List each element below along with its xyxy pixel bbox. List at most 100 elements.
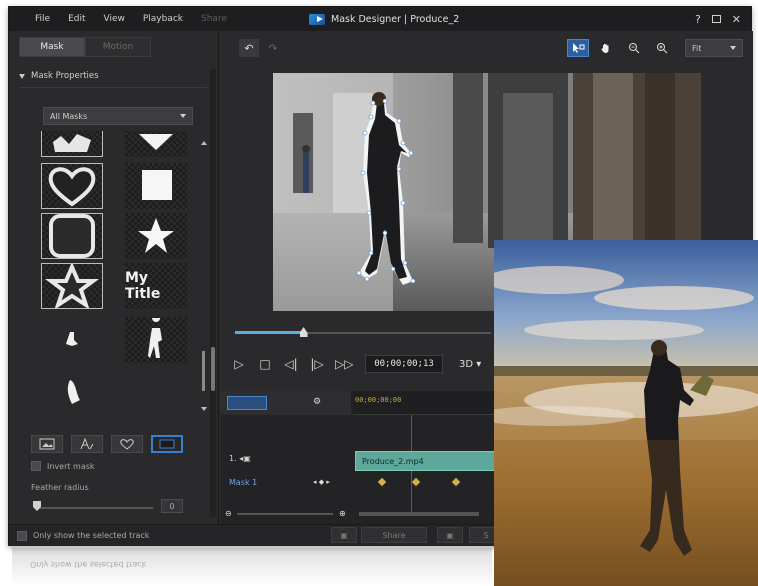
zoom-value: Fit	[692, 43, 702, 53]
playback-progress	[235, 331, 302, 334]
panel-scroll-thumb[interactable]	[211, 347, 215, 391]
keyframe-nav-icons[interactable]: ◂ ◆ ▸	[313, 478, 330, 486]
zoom-out-timeline-icon[interactable]: ⊖	[225, 509, 232, 518]
zoom-in-icon	[657, 43, 668, 54]
menu-view[interactable]: View	[104, 14, 125, 24]
mask-filter-value: All Masks	[50, 111, 88, 121]
timeline-header: ⚙	[221, 391, 351, 415]
tab-motion[interactable]: Motion	[85, 37, 151, 57]
mask-tile-blob[interactable]	[41, 131, 103, 157]
rounded-square-mask-icon	[49, 214, 95, 258]
show-selected-track-checkbox[interactable]	[17, 530, 27, 541]
mask-tile-rounded-square[interactable]	[41, 213, 103, 259]
image-mask-button[interactable]	[31, 435, 63, 453]
keyframe-marker[interactable]	[377, 477, 387, 487]
invert-mask-row[interactable]: Invert mask	[31, 461, 95, 471]
close-button[interactable]: ✕	[732, 13, 741, 26]
tab-mask[interactable]: Mask	[19, 37, 85, 57]
settings-icon[interactable]: ⚙	[313, 397, 321, 407]
mask-track-label[interactable]: Mask 1	[229, 478, 257, 487]
text-mask-button[interactable]	[71, 435, 103, 453]
playback-knob[interactable]	[299, 327, 308, 337]
window-title: Mask Designer | Produce_2	[331, 13, 460, 25]
menu-file[interactable]: File	[35, 14, 50, 24]
gallery-scrollbar[interactable]	[201, 141, 207, 411]
app-logo-icon	[309, 13, 325, 25]
image-icon	[39, 438, 55, 450]
view-mode-value: 3D	[459, 358, 474, 370]
share-button[interactable]: Share	[361, 527, 427, 543]
figure-mask-icon	[66, 332, 78, 346]
square-mask-icon	[142, 170, 172, 200]
mask-tile-figure-small[interactable]	[41, 317, 103, 363]
triangle-mask-icon	[139, 134, 173, 150]
window-controls: ? ✕	[695, 7, 741, 31]
mask-tile-star-soft[interactable]	[41, 263, 103, 309]
scroll-up-icon[interactable]	[201, 141, 207, 145]
mask-tile-person[interactable]	[125, 317, 187, 363]
mask-filter-dropdown[interactable]: All Masks	[43, 107, 193, 125]
keyframe-marker[interactable]	[411, 477, 421, 487]
panel-scrollbar[interactable]	[210, 69, 216, 517]
feather-radius-knob[interactable]	[33, 501, 41, 511]
fast-forward-button[interactable]: ▷▷	[335, 357, 353, 371]
undo-button[interactable]: ↶	[239, 39, 259, 57]
section-title: Mask Properties	[31, 71, 99, 81]
keyframe-marker[interactable]	[451, 477, 461, 487]
bottom-icon-button[interactable]: ▣	[331, 527, 357, 543]
mask-tile-star[interactable]	[125, 213, 187, 259]
menu-share[interactable]: Share	[201, 14, 227, 24]
next-frame-button[interactable]: |▷	[309, 357, 325, 371]
feather-radius-slider[interactable]	[35, 507, 153, 509]
mask-tile-title[interactable]: My Title	[125, 263, 187, 309]
scroll-down-icon[interactable]	[201, 407, 207, 411]
maximize-icon[interactable]	[711, 15, 721, 23]
bottom-icon-button-2[interactable]: ▣	[437, 527, 463, 543]
window-title-area: Mask Designer | Produce_2	[309, 7, 459, 31]
reflection-text: Only show the selected track	[30, 560, 147, 569]
mask-tile-square[interactable]	[125, 163, 187, 209]
gallery-scroll-thumb[interactable]	[202, 351, 205, 391]
left-panel: Mask Motion Mask Properties All Masks My…	[9, 31, 219, 524]
select-tool-button[interactable]	[567, 39, 589, 57]
hand-tool-button[interactable]	[595, 39, 617, 57]
zoom-in-button[interactable]	[651, 39, 673, 57]
keyframe-add-button[interactable]	[227, 396, 267, 410]
mask-tile-heart[interactable]	[41, 163, 103, 209]
timeline-scrollbar[interactable]	[359, 512, 479, 516]
collapse-triangle-icon	[19, 73, 25, 79]
feather-radius-label: Feather radius	[31, 483, 89, 492]
previous-frame-button[interactable]: ◁|	[283, 357, 299, 371]
title-bar: File Edit View Playback Share Mask Desig…	[9, 7, 751, 31]
invert-mask-checkbox[interactable]	[31, 461, 41, 471]
redo-button[interactable]: ↷	[263, 39, 283, 57]
menu-playback[interactable]: Playback	[143, 14, 183, 24]
mask-tile-shape[interactable]	[41, 369, 103, 415]
view-mode-dropdown[interactable]: 3D ▾	[459, 359, 481, 370]
title-mask-label: My Title	[125, 270, 161, 302]
shape-mask-button[interactable]	[111, 435, 143, 453]
savanna-composite-image	[494, 240, 758, 586]
custom-mask-button[interactable]	[151, 435, 183, 453]
hand-icon	[601, 44, 609, 53]
shape-mask-icon	[67, 380, 80, 404]
timeline-zoom-track[interactable]	[237, 513, 333, 515]
timecode-display[interactable]: 00;00;00;13	[365, 355, 443, 373]
video-track-label: 1. ◂▣	[229, 454, 251, 463]
zoom-out-button[interactable]	[623, 39, 645, 57]
show-selected-track-label: Only show the selected track	[33, 531, 150, 540]
play-button[interactable]: ▷	[231, 357, 247, 371]
menu-edit[interactable]: Edit	[68, 14, 85, 24]
mask-type-toolbar	[31, 435, 183, 453]
zoom-dropdown[interactable]: Fit	[685, 39, 743, 57]
soft-star-mask-icon	[45, 264, 99, 308]
invert-mask-label: Invert mask	[47, 461, 95, 471]
stop-button[interactable]: □	[257, 357, 273, 371]
mask-properties-header[interactable]: Mask Properties	[19, 67, 204, 85]
mask-tile-triangle[interactable]	[125, 131, 187, 157]
zoom-in-timeline-icon[interactable]: ⊕	[339, 509, 346, 518]
feather-radius-value[interactable]: 0	[161, 499, 183, 513]
rectangle-icon	[159, 439, 175, 449]
show-selected-track-option[interactable]: Only show the selected track	[17, 530, 150, 541]
help-button[interactable]: ?	[695, 13, 701, 26]
